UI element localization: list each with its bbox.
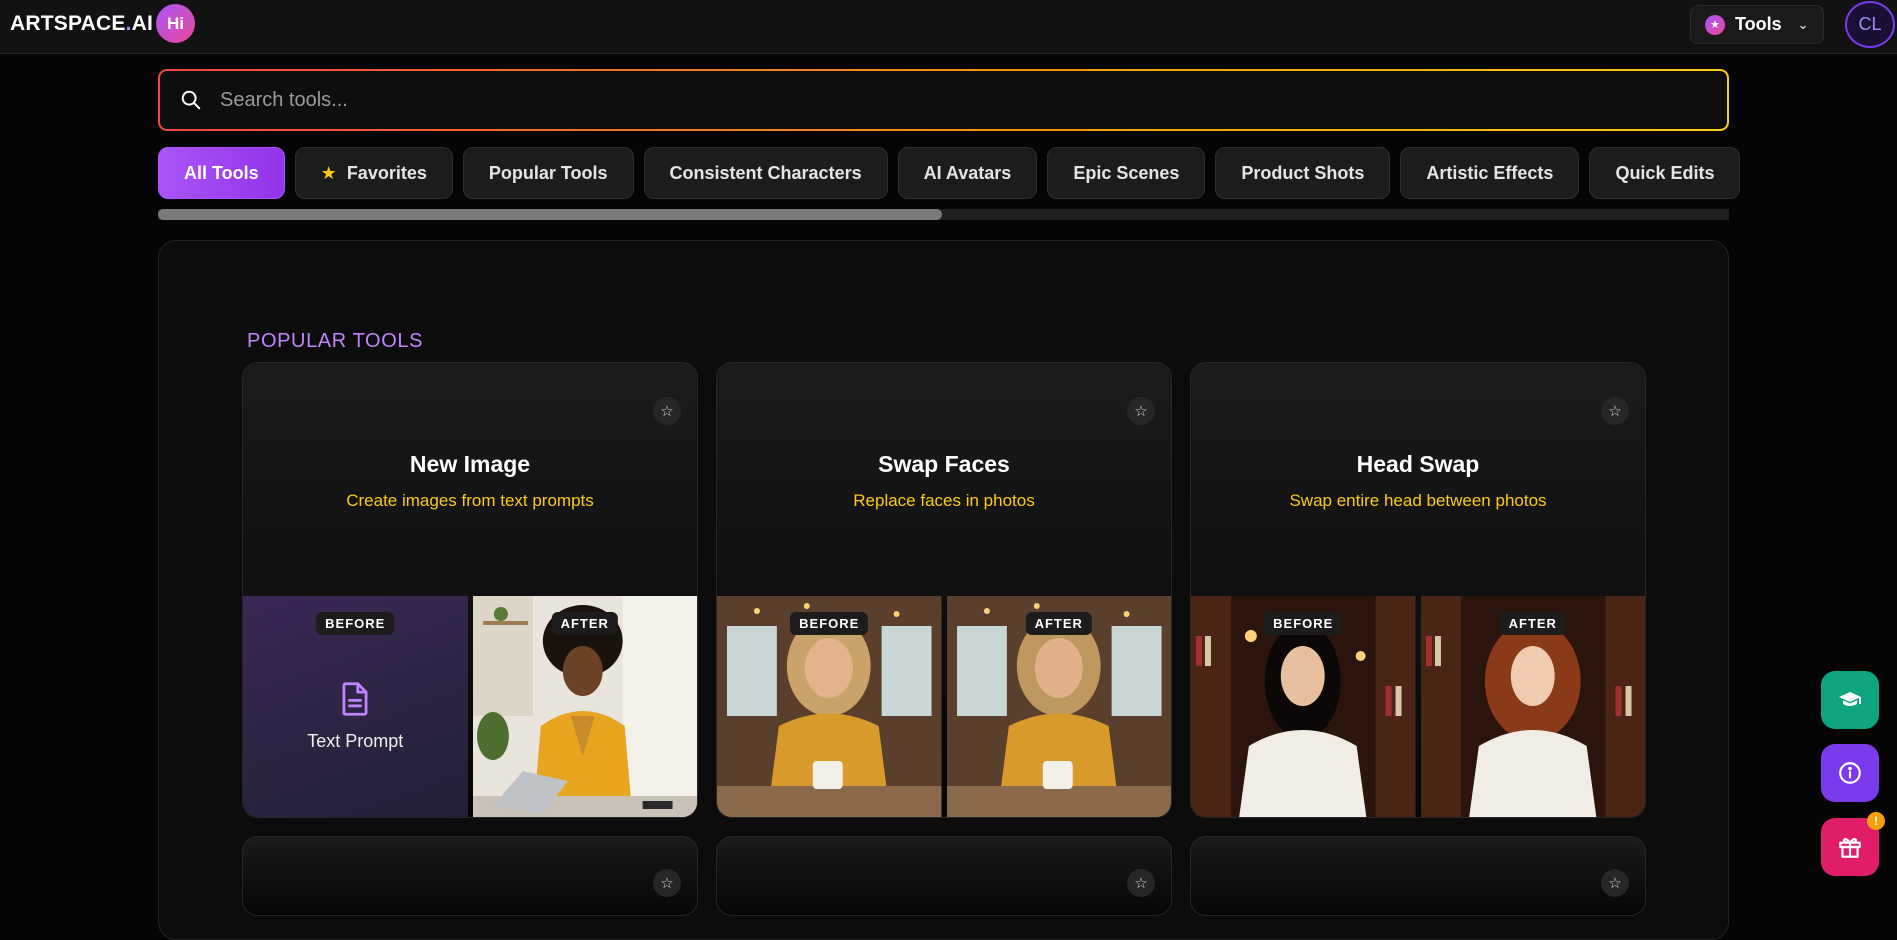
search-input[interactable]	[220, 88, 1620, 112]
hi-badge[interactable]: Hi	[156, 4, 195, 43]
before-after-preview: BEFORE Text Prompt AFTER	[243, 596, 697, 817]
tab-all-tools[interactable]: All Tools	[158, 147, 285, 199]
gift-icon	[1839, 837, 1861, 858]
info-icon	[1839, 762, 1861, 784]
star-icon: ★	[1705, 14, 1725, 35]
card-subtitle: Create images from text prompts	[346, 491, 594, 510]
favorite-star-icon[interactable]: ☆	[1127, 869, 1155, 897]
before-after-preview: BEFORE AFTER	[1191, 596, 1645, 817]
tab-quick-edits[interactable]: Quick Edits	[1589, 147, 1741, 199]
tab-label: Quick Edits	[1615, 162, 1715, 183]
tool-card[interactable]: ☆	[1190, 836, 1646, 916]
after-badge: AFTER	[1499, 612, 1566, 635]
chevron-down-icon: ⌄	[1797, 16, 1809, 32]
user-avatar[interactable]: CL	[1845, 1, 1895, 48]
favorite-star-icon[interactable]: ☆	[653, 869, 681, 897]
before-after-preview: BEFORE AFTER	[717, 596, 1171, 817]
before-panel: BEFORE	[717, 596, 942, 817]
card-subtitle: Replace faces in photos	[853, 491, 1035, 510]
tab-favorites[interactable]: ★ Favorites	[294, 147, 453, 199]
gift-button[interactable]: !	[1821, 812, 1885, 876]
after-panel: AFTER	[946, 596, 1171, 817]
tool-card-new-image[interactable]: ☆ New Image Create images from text prom…	[242, 362, 698, 818]
after-badge: AFTER	[551, 612, 618, 635]
scrollbar-thumb[interactable]	[158, 209, 942, 220]
tab-epic-scenes[interactable]: Epic Scenes	[1047, 147, 1206, 199]
before-panel: BEFORE	[1191, 596, 1416, 817]
tool-card[interactable]: ☆	[716, 836, 1172, 916]
info-button[interactable]	[1821, 744, 1879, 802]
tool-card-swap-faces[interactable]: ☆ Swap Faces Replace faces in photos BEF…	[716, 362, 1172, 818]
search-icon	[181, 90, 201, 110]
card-title: New Image	[409, 451, 531, 477]
tab-label: AI Avatars	[923, 162, 1012, 183]
tab-label: All Tools	[184, 162, 259, 183]
tab-consistent-characters[interactable]: Consistent Characters	[643, 147, 888, 199]
text-prompt-label: Text Prompt	[307, 731, 404, 751]
tool-card[interactable]: ☆	[242, 836, 698, 916]
tutorials-button[interactable]	[1821, 671, 1879, 729]
favorite-star-icon[interactable]: ☆	[1601, 397, 1629, 425]
top-bar: ARTSPACE.AI Hi ★ Tools ⌄ CL	[0, 0, 1897, 54]
tab-label: Artistic Effects	[1426, 162, 1554, 183]
tab-product-shots[interactable]: Product Shots	[1215, 147, 1391, 199]
tools-menu-button[interactable]: ★ Tools ⌄	[1690, 5, 1824, 44]
card-title: Head Swap	[1356, 451, 1480, 477]
card-subtitle: Swap entire head between photos	[1289, 491, 1547, 510]
before-badge: BEFORE	[790, 612, 869, 635]
after-badge: AFTER	[1025, 612, 1092, 635]
favorite-star-icon[interactable]: ☆	[653, 397, 681, 425]
tab-label: Popular Tools	[488, 162, 608, 183]
tab-label: Consistent Characters	[669, 162, 862, 183]
notification-badge: !	[1867, 812, 1885, 830]
before-badge: BEFORE	[1264, 612, 1343, 635]
tab-label: Product Shots	[1241, 162, 1365, 183]
after-panel: AFTER	[472, 596, 697, 817]
tab-label: Epic Scenes	[1073, 162, 1180, 183]
after-panel: AFTER	[1420, 596, 1645, 817]
tools-menu-label: Tools	[1735, 14, 1782, 34]
tab-ai-avatars[interactable]: AI Avatars	[897, 147, 1038, 199]
tab-artistic-effects[interactable]: Artistic Effects	[1400, 147, 1580, 199]
app-logo[interactable]: ARTSPACE.AI	[10, 12, 153, 36]
section-title: POPULAR TOOLS	[247, 330, 424, 352]
favorite-star-icon[interactable]: ☆	[1127, 397, 1155, 425]
tab-label: Favorites	[346, 162, 427, 183]
favorite-star-icon[interactable]: ☆	[1601, 869, 1629, 897]
tab-popular-tools[interactable]: Popular Tools	[462, 147, 634, 199]
before-panel: BEFORE Text Prompt	[243, 596, 468, 817]
card-title: Swap Faces	[878, 451, 1010, 477]
horizontal-scrollbar[interactable]	[158, 209, 1729, 220]
star-icon: ★	[320, 162, 337, 183]
search-bar	[158, 69, 1729, 131]
graduation-cap-icon	[1839, 692, 1861, 706]
category-tabs: All Tools ★ Favorites Popular Tools Consi…	[158, 147, 1741, 199]
tool-card-head-swap[interactable]: ☆ Head Swap Swap entire head between pho…	[1190, 362, 1646, 818]
before-badge: BEFORE	[316, 612, 395, 635]
document-icon	[342, 682, 368, 716]
